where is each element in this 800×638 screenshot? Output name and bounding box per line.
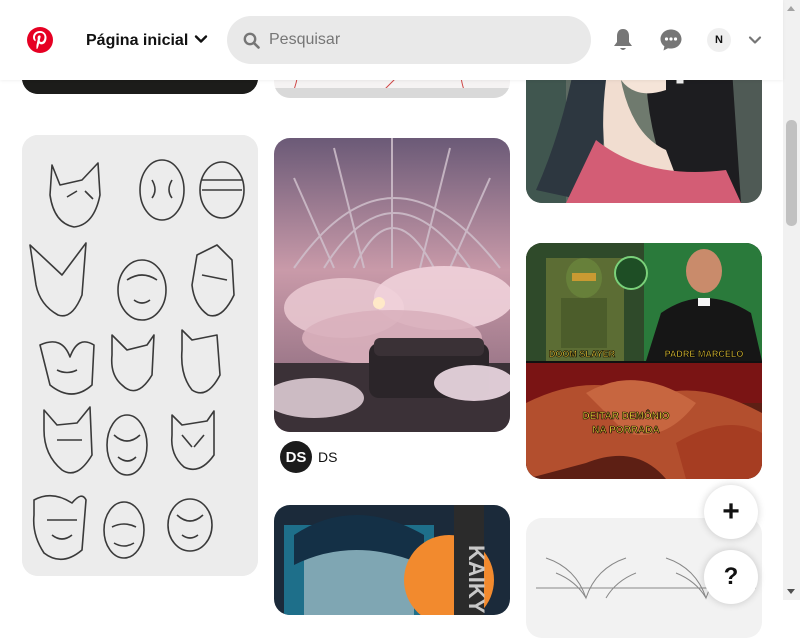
account-chevron-icon[interactable]: [740, 25, 770, 55]
scroll-up-arrow-icon[interactable]: [787, 6, 795, 11]
home-menu-label: Página inicial: [86, 32, 189, 49]
meme-caption-bottom-2: NA PORRADA: [592, 425, 659, 436]
meme-caption-left: DOOM SLAYER: [549, 349, 616, 359]
scroll-down-arrow-icon[interactable]: [787, 589, 795, 594]
search-bar[interactable]: [227, 16, 591, 64]
pin-illustrated-portrait[interactable]: KAIKY: [274, 505, 510, 615]
bell-icon[interactable]: [608, 25, 638, 55]
page-scrollbar[interactable]: [783, 0, 800, 600]
pin-cloud-dome[interactable]: [274, 138, 510, 432]
search-icon: [243, 31, 261, 49]
meme-caption-bottom-1: DEITAR DEMÔNIO: [582, 409, 669, 422]
home-menu-button[interactable]: Página inicial: [78, 24, 216, 58]
pinterest-logo-icon[interactable]: [27, 27, 53, 53]
search-input[interactable]: [267, 30, 571, 50]
help-button[interactable]: ?: [704, 550, 758, 604]
chat-icon[interactable]: [656, 25, 686, 55]
pin-doom-meme[interactable]: DOOM SLAYER PADRE MARCELO DEITAR DEMÔNIO…: [526, 243, 762, 479]
creator-name[interactable]: DS: [318, 449, 337, 465]
top-navigation-bar: Página inicial N: [0, 0, 783, 80]
pin-creator[interactable]: DS DS: [280, 441, 337, 473]
meme-caption-right: PADRE MARCELO: [665, 349, 744, 359]
pin-masks-sketch[interactable]: [22, 135, 258, 576]
profile-avatar[interactable]: N: [707, 28, 731, 52]
add-pin-button[interactable]: +: [704, 485, 758, 539]
svg-text:KAIKY: KAIKY: [464, 545, 489, 614]
scrollbar-thumb[interactable]: [786, 120, 797, 226]
chevron-down-icon: [194, 32, 208, 51]
creator-avatar[interactable]: DS: [280, 441, 312, 473]
